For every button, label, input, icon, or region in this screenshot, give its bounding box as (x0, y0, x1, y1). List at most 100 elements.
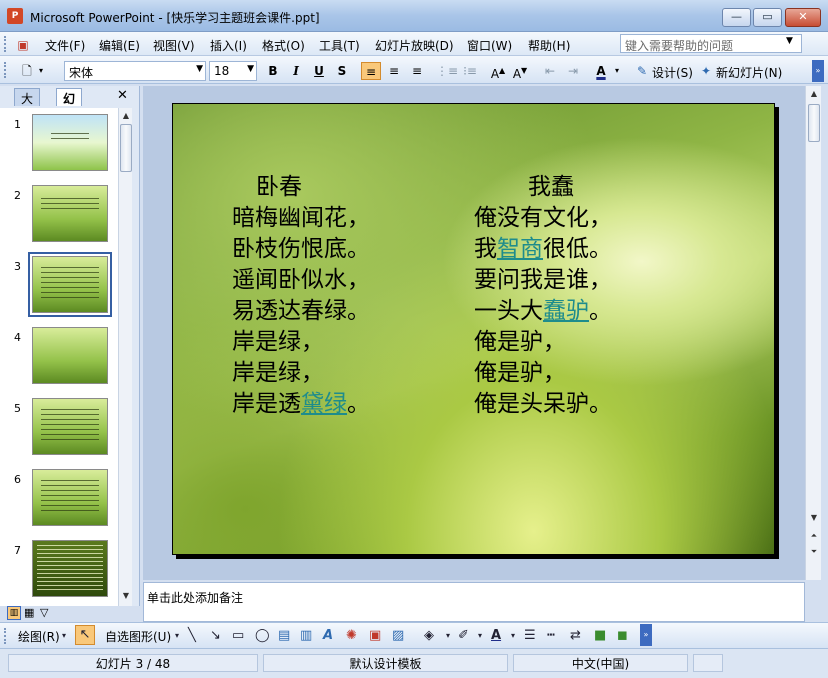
menu-grip[interactable] (4, 36, 7, 52)
hyperlink[interactable]: 智商 (497, 236, 543, 262)
slide-scrollbar[interactable]: ▲ ▼ ⏶ ⏷ (805, 86, 821, 580)
menu-window[interactable]: 窗口(W) (467, 37, 512, 54)
bold-icon[interactable]: B (264, 62, 282, 80)
line-color-icon[interactable]: ✐ (458, 628, 469, 643)
rectangle-icon[interactable]: ▭ (232, 628, 244, 643)
previous-slide-icon[interactable]: ⏶ (808, 530, 820, 542)
increase-font-icon[interactable]: A▲ (488, 62, 508, 81)
hyperlink[interactable]: 黛绿 (301, 391, 347, 417)
slide-thumb-6[interactable]: 6 (0, 463, 118, 533)
slide-thumb-4[interactable]: 4 (0, 321, 118, 391)
shadow-icon[interactable]: S (333, 62, 351, 80)
vertical-textbox-icon[interactable]: ▥ (300, 628, 312, 643)
font-color-dropdown-icon[interactable]: ▾ (511, 631, 515, 640)
toolbar-grip[interactable] (4, 628, 7, 644)
align-left-icon[interactable]: ≡ (361, 62, 381, 80)
tab-slides[interactable]: 幻灯片 (56, 88, 83, 140)
menu-view[interactable]: 视图(V) (153, 37, 195, 54)
scroll-thumb[interactable] (808, 104, 820, 142)
menu-insert[interactable]: 插入(I) (210, 37, 247, 54)
tab-outline[interactable]: 大纲 (14, 88, 41, 123)
decrease-indent-icon[interactable]: ⇤ (540, 62, 560, 80)
line-style-icon[interactable]: ☰ (524, 628, 536, 643)
menu-tools[interactable]: 工具(T) (319, 37, 360, 54)
select-pointer-icon[interactable]: ↖ (75, 625, 95, 645)
menu-slideshow[interactable]: 幻灯片放映(D) (375, 37, 454, 54)
pane-close-icon[interactable]: ✕ (117, 88, 128, 103)
close-button[interactable]: ✕ (785, 8, 821, 27)
new-document-icon[interactable]: 🗋 (18, 62, 36, 80)
powerpoint-icon[interactable]: P (7, 8, 23, 24)
decrease-font-icon[interactable]: A▼ (510, 62, 530, 81)
fill-dropdown-icon[interactable]: ▾ (446, 631, 450, 640)
slideshow-view-icon[interactable]: ▽ (40, 606, 48, 619)
toolbar-options-icon[interactable]: ▾ (36, 62, 46, 80)
numbered-list-icon[interactable]: ⋮≡ (436, 62, 458, 80)
scroll-up-icon[interactable]: ▲ (120, 110, 132, 122)
hyperlink[interactable]: 蠢驴 (543, 298, 589, 324)
font-color-icon[interactable]: A (591, 62, 611, 80)
slide-thumb-1[interactable]: 1 (0, 108, 118, 178)
shadow-style-icon[interactable]: ■ (594, 628, 606, 643)
poem-right[interactable]: 我蠢 俺没有文化， 我智商很低。 要问我是谁， 一头大蠢驴。 俺是驴， 俺是驴，… (474, 172, 612, 420)
italic-icon[interactable]: I (287, 62, 305, 80)
thumbnail-scrollbar[interactable]: ▲ ▼ (118, 108, 132, 606)
menu-format[interactable]: 格式(O) (262, 37, 305, 54)
font-color-draw-icon[interactable]: A (491, 628, 501, 643)
slide-thumb-7[interactable]: 7 (0, 534, 118, 604)
3d-style-icon[interactable]: ◼ (617, 628, 628, 643)
clipart-icon[interactable]: ▣ (369, 628, 381, 643)
menu-help[interactable]: 帮助(H) (528, 37, 570, 54)
scroll-down-icon[interactable]: ▼ (120, 590, 132, 602)
design-icon[interactable]: ✎ (634, 62, 650, 80)
slide-thumb-3[interactable]: 3 (0, 250, 118, 320)
maximize-button[interactable]: ▭ (753, 8, 782, 27)
textbox-icon[interactable]: ▤ (278, 628, 290, 643)
font-size-select[interactable]: 18 ▼ (209, 61, 257, 81)
minimize-button[interactable]: — (722, 8, 751, 27)
slide-canvas[interactable]: 卧春 暗梅幽闻花， 卧枝伤恨底。 遥闻卧似水， 易透达春绿。 岸是绿， 岸是绿，… (172, 103, 775, 555)
notes-pane[interactable]: 单击此处添加备注 (143, 582, 805, 622)
wordart-icon[interactable]: A (323, 628, 333, 643)
draw-dropdown-icon[interactable]: ▾ (62, 631, 66, 640)
draw-menu-button[interactable]: 绘图(R) (18, 628, 60, 645)
increase-indent-icon[interactable]: ⇥ (563, 62, 583, 80)
align-center-icon[interactable]: ≡ (384, 62, 404, 80)
document-icon[interactable]: ▣ (14, 36, 32, 54)
slide-thumb-5[interactable]: 5 (0, 392, 118, 462)
font-color-dropdown-icon[interactable]: ▾ (612, 62, 622, 80)
line-color-dropdown-icon[interactable]: ▾ (478, 631, 482, 640)
line-icon[interactable]: ╲ (188, 628, 196, 643)
autoshapes-button[interactable]: 自选图形(U) (105, 628, 171, 645)
normal-view-icon[interactable]: ▥ (7, 606, 21, 620)
new-slide-button[interactable]: 新幻灯片(N) (716, 64, 782, 81)
help-search-input[interactable]: 键入需要帮助的问题 (620, 34, 802, 53)
fill-color-icon[interactable]: ◈ (424, 628, 434, 643)
help-dropdown-icon[interactable]: ▼ (786, 36, 793, 46)
scroll-thumb[interactable] (120, 124, 132, 172)
new-slide-icon[interactable]: ✦ (698, 62, 714, 80)
menu-edit[interactable]: 编辑(E) (99, 37, 140, 54)
underline-icon[interactable]: U (310, 62, 328, 80)
slide-thumb-2[interactable]: 2 (0, 179, 118, 249)
design-button[interactable]: 设计(S) (652, 64, 693, 81)
font-name-select[interactable]: 宋体 ▼ (64, 61, 206, 81)
arrow-style-icon[interactable]: ⇄ (570, 628, 581, 643)
dash-style-icon[interactable]: ┅ (547, 628, 555, 643)
toolbar-more-icon[interactable]: » (812, 60, 824, 82)
menu-file[interactable]: 文件(F) (45, 37, 85, 54)
toolbar-more-icon[interactable]: » (640, 624, 652, 646)
autoshapes-dropdown-icon[interactable]: ▾ (175, 631, 179, 640)
slide-sorter-icon[interactable]: ▦ (24, 606, 34, 619)
next-slide-icon[interactable]: ⏷ (808, 546, 820, 558)
picture-icon[interactable]: ▨ (392, 628, 404, 643)
oval-icon[interactable]: ◯ (255, 628, 270, 643)
poem-left[interactable]: 卧春 暗梅幽闻花， 卧枝伤恨底。 遥闻卧似水， 易透达春绿。 岸是绿， 岸是绿，… (232, 172, 370, 420)
diagram-icon[interactable]: ✺ (346, 628, 357, 643)
scroll-up-icon[interactable]: ▲ (808, 88, 820, 100)
align-right-icon[interactable]: ≡ (407, 62, 427, 80)
arrow-icon[interactable]: ↘ (210, 628, 221, 643)
scroll-down-icon[interactable]: ▼ (808, 512, 820, 524)
bullet-list-icon[interactable]: ⁝≡ (460, 62, 480, 80)
toolbar-grip[interactable] (4, 62, 7, 78)
